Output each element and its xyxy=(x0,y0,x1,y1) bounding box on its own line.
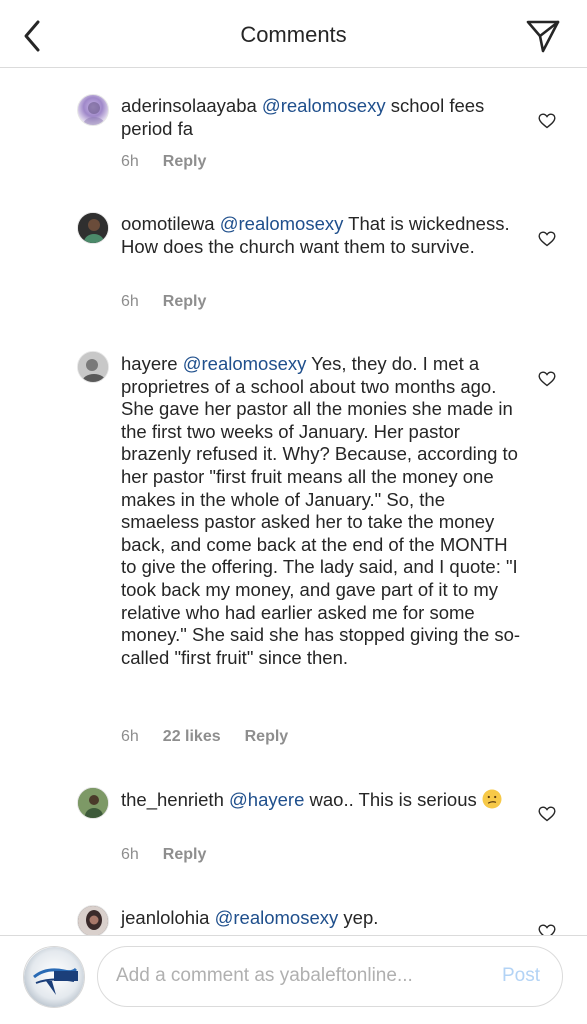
direct-send-button[interactable] xyxy=(525,18,561,54)
comment-username[interactable]: aderinsolaayaba xyxy=(121,95,257,116)
yabaleft-logo-icon xyxy=(24,947,84,1007)
comment-text: jeanlolohia @realomosexy yep. xyxy=(121,907,521,930)
comment-time: 6h xyxy=(121,153,139,170)
confused-face-emoji-icon xyxy=(482,789,502,809)
heart-icon[interactable] xyxy=(538,113,556,129)
comment-username[interactable]: jeanlolohia xyxy=(121,907,209,928)
comment-text: the_henrieth @hayere wao.. This is serio… xyxy=(121,789,521,812)
avatar[interactable] xyxy=(77,905,109,935)
heart-icon[interactable] xyxy=(538,924,556,935)
comment-username[interactable]: oomotilewa xyxy=(121,213,215,234)
comment-meta: 6h 22 likes Reply xyxy=(121,728,288,746)
comment-text: aderinsolaayaba @realomosexy school fees… xyxy=(121,95,521,140)
heart-icon[interactable] xyxy=(538,806,556,822)
avatar[interactable] xyxy=(77,787,109,819)
comment-mention[interactable]: @realomosexy xyxy=(220,213,344,234)
reply-button[interactable]: Reply xyxy=(163,846,207,864)
comment-mention[interactable]: @realomosexy xyxy=(183,353,307,374)
comment-content: wao.. This is serious xyxy=(304,789,477,810)
comment-mention[interactable]: @hayere xyxy=(229,789,304,810)
comment-mention[interactable]: @realomosexy xyxy=(262,95,386,116)
comment-content: Yes, they do. I met a proprietres of a s… xyxy=(121,353,521,668)
heart-icon[interactable] xyxy=(538,231,556,247)
reply-button[interactable]: Reply xyxy=(245,728,289,746)
comment-username[interactable]: hayere xyxy=(121,353,178,374)
comment-time: 6h xyxy=(121,728,139,745)
page-title: Comments xyxy=(240,22,347,47)
comment-time: 6h xyxy=(121,846,139,863)
likes-count[interactable]: 22 likes xyxy=(163,728,221,746)
comments-list: aderinsolaayaba @realomosexy school fees… xyxy=(0,69,587,935)
comment-mention[interactable]: @realomosexy xyxy=(215,907,339,928)
avatar[interactable] xyxy=(77,94,109,126)
avatar[interactable] xyxy=(77,351,109,383)
comment-text: hayere @realomosexy Yes, they do. I met … xyxy=(121,353,521,669)
comment-content: yep. xyxy=(338,907,379,928)
avatar[interactable] xyxy=(77,212,109,244)
comment-meta: 6h Reply xyxy=(121,153,206,171)
self-avatar[interactable] xyxy=(23,946,85,1008)
comment-meta: 6h Reply xyxy=(121,293,206,311)
reply-button[interactable]: Reply xyxy=(163,293,207,311)
comment-time: 6h xyxy=(121,293,139,310)
comment-input[interactable] xyxy=(116,965,476,987)
direct-send-icon xyxy=(526,20,560,53)
comment-input-box: Post xyxy=(97,946,563,1007)
comment-text: oomotilewa @realomosexy That is wickedne… xyxy=(121,213,521,258)
heart-icon[interactable] xyxy=(538,371,556,387)
comment-username[interactable]: the_henrieth xyxy=(121,789,224,810)
comment-meta: 6h Reply xyxy=(121,846,206,864)
comments-header: Comments xyxy=(0,0,587,68)
post-button[interactable]: Post xyxy=(502,965,540,987)
reply-button[interactable]: Reply xyxy=(163,153,207,171)
